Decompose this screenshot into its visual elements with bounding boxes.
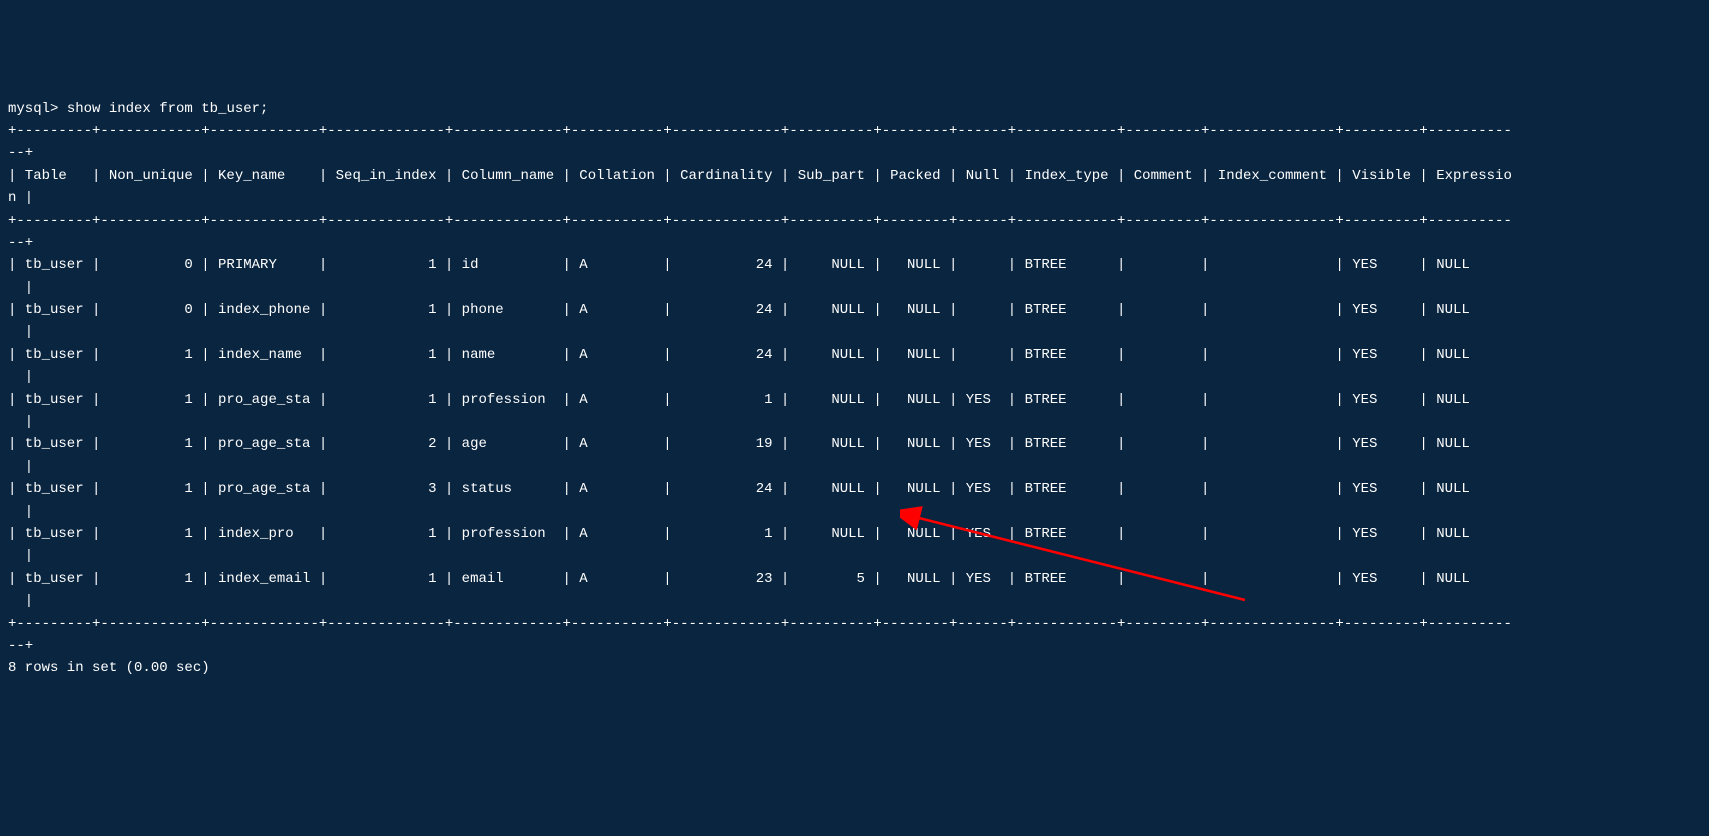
mysql-prompt: mysql> xyxy=(8,101,67,117)
table-row: | tb_user | 1 | index_email | 1 | email … xyxy=(8,571,1512,609)
table-header: | Table | Non_unique | Key_name | Seq_in… xyxy=(8,168,1512,206)
table-row: | tb_user | 1 | pro_age_sta | 1 | profes… xyxy=(8,392,1512,430)
table-row: | tb_user | 1 | index_pro | 1 | professi… xyxy=(8,526,1512,564)
table-row: | tb_user | 0 | index_phone | 1 | phone … xyxy=(8,302,1512,340)
table-row: | tb_user | 1 | index_name | 1 | name | … xyxy=(8,347,1512,385)
terminal-output: mysql> show index from tb_user; +-------… xyxy=(8,98,1701,680)
table-separator-top: +---------+------------+-------------+--… xyxy=(8,123,1512,161)
result-footer: 8 rows in set (0.00 sec) xyxy=(8,660,210,676)
table-separator-bottom: +---------+------------+-------------+--… xyxy=(8,616,1512,654)
table-separator-mid: +---------+------------+-------------+--… xyxy=(8,213,1512,251)
table-row: | tb_user | 0 | PRIMARY | 1 | id | A | 2… xyxy=(8,257,1512,295)
sql-command: show index from tb_user; xyxy=(67,101,269,117)
table-row: | tb_user | 1 | pro_age_sta | 3 | status… xyxy=(8,481,1512,519)
table-row: | tb_user | 1 | pro_age_sta | 2 | age | … xyxy=(8,436,1512,474)
